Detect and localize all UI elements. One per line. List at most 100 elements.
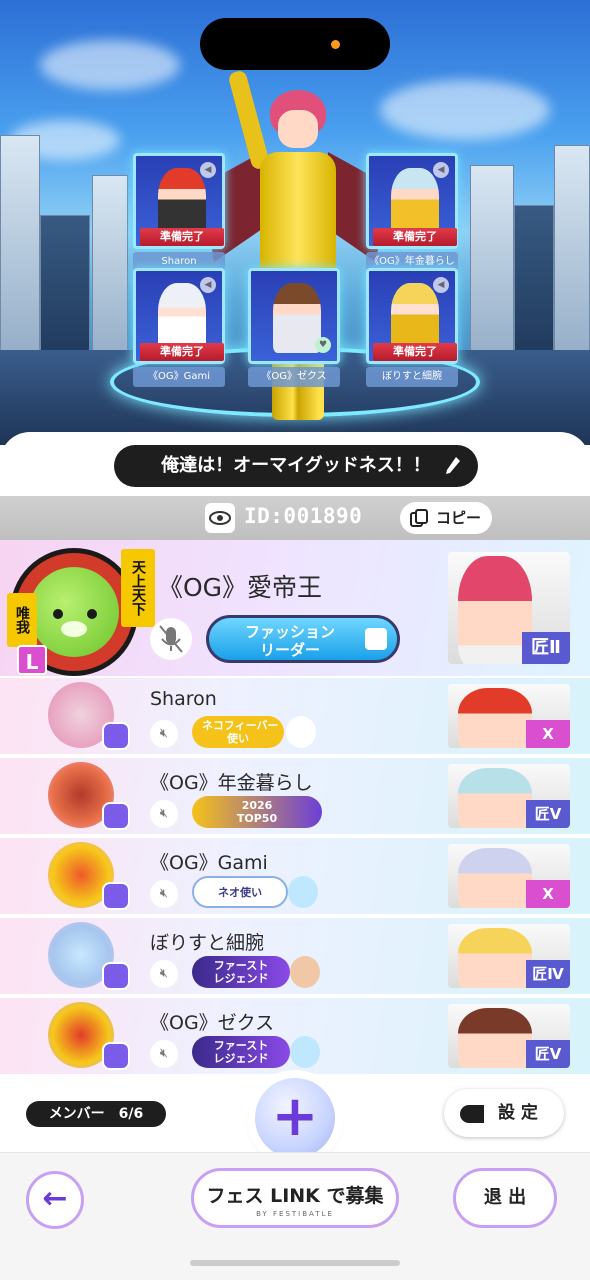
recording-indicator xyxy=(331,40,340,49)
fashion-leader-badge: ファッション リーダー xyxy=(206,615,400,663)
party-card[interactable]: ◀ 準備完了 Sharon xyxy=(133,153,225,275)
member-icon[interactable] xyxy=(42,922,130,992)
title-line1: ファースト xyxy=(213,959,269,972)
member-name: ぼりすと細腕 xyxy=(150,932,265,954)
party-name: ぼりすと細腕 xyxy=(366,367,458,387)
arm xyxy=(227,69,271,171)
character-icon xyxy=(288,876,318,908)
speaker-icon: ◀ xyxy=(433,162,449,178)
shirt-icon xyxy=(365,628,387,650)
heart-badge-icon xyxy=(102,962,130,990)
title-badge: 2026 TOP50 xyxy=(192,796,322,828)
building xyxy=(92,175,128,375)
character-icon xyxy=(290,956,320,988)
speaker-off-icon[interactable]: 🔇︎ xyxy=(150,960,178,988)
speaker-off-icon[interactable]: 🔇︎ xyxy=(150,800,178,828)
building xyxy=(554,145,590,375)
building xyxy=(470,165,514,375)
mic-off-icon xyxy=(159,625,183,653)
speaker-icon: ◀ xyxy=(200,277,216,293)
mic-off-button[interactable] xyxy=(150,618,192,660)
title-line1: ネオ使い xyxy=(218,886,262,899)
cloud xyxy=(40,40,180,90)
party-card[interactable]: ♥ 《OG》ゼクス xyxy=(248,268,340,390)
member-row[interactable]: 《OG》Gami 🔇︎ ネオ使い X xyxy=(0,838,590,916)
leader-name: 《OG》愛帝王 xyxy=(158,573,323,602)
member-row[interactable]: Sharon 🔇︎ ネコフィーバー 使い X xyxy=(0,678,590,756)
member-portrait[interactable]: X xyxy=(448,684,570,748)
exit-button[interactable]: 退 出 xyxy=(453,1168,557,1228)
member-portrait[interactable]: X xyxy=(448,844,570,908)
speaker-off-icon[interactable]: 🔇︎ xyxy=(150,720,178,748)
party-card[interactable]: ◀ 準備完了 《OG》年金暮らし xyxy=(366,153,458,275)
member-icon[interactable] xyxy=(42,682,130,752)
copy-label: コピー xyxy=(436,509,482,527)
member-icon[interactable] xyxy=(42,1002,130,1072)
building xyxy=(0,135,40,375)
home-indicator[interactable] xyxy=(190,1260,400,1266)
leader-icon[interactable]: 天上天下 唯我 L xyxy=(7,548,155,676)
card-frame: ◀ 準備完了 xyxy=(366,153,458,249)
room-id-bar: ID:001890 コピー xyxy=(0,496,590,540)
frame-tag: 天上天下 xyxy=(121,549,155,627)
rank-badge: 匠Ⅳ xyxy=(526,960,570,988)
member-portrait[interactable]: 匠Ⅳ xyxy=(448,924,570,988)
heart-badge-icon xyxy=(102,802,130,830)
leader-row[interactable]: 天上天下 唯我 L 《OG》愛帝王 ファッション リーダー 匠Ⅱ xyxy=(0,540,590,678)
eye xyxy=(87,609,97,619)
character-icon xyxy=(290,1036,320,1068)
add-member-button[interactable]: + xyxy=(255,1078,335,1158)
title-line2: レジェンド xyxy=(213,1052,269,1065)
pencil-icon xyxy=(446,457,460,474)
member-row[interactable]: 《OG》年金暮らし 🔇︎ 2026 TOP50 匠Ⅴ xyxy=(0,758,590,836)
fes-link-recruit-button[interactable]: フェス LINK で募集 BY FESTIBATLE xyxy=(191,1168,399,1228)
member-icon[interactable] xyxy=(42,762,130,832)
team-name-button[interactable]: 俺達は！オーマイグッドネス！！ xyxy=(114,445,478,487)
frame-tag: 唯我 xyxy=(7,593,37,647)
leader-mark: L xyxy=(17,645,47,675)
rank-badge: 匠Ⅱ xyxy=(522,632,570,664)
copy-icon xyxy=(410,509,428,527)
title-badge: ネオ使い xyxy=(192,876,288,908)
member-portrait[interactable]: 匠Ⅴ xyxy=(448,764,570,828)
eye-icon xyxy=(209,511,231,525)
member-row[interactable]: ぼりすと細腕 🔇︎ ファースト レジェンド 匠Ⅳ xyxy=(0,918,590,996)
dynamic-island xyxy=(200,18,390,70)
rank-badge: X xyxy=(526,720,570,748)
party-name: 《OG》Gami xyxy=(133,367,225,387)
recruit-sub: BY FESTIBATLE xyxy=(256,1210,334,1218)
badge-line2: リーダー xyxy=(259,641,320,659)
heart-badge-icon xyxy=(102,722,130,750)
speaker-off-icon[interactable]: 🔇︎ xyxy=(150,1040,178,1068)
member-row[interactable]: 《OG》ゼクス 🔇︎ ファースト レジェンド 匠Ⅴ xyxy=(0,998,590,1076)
team-name-text: 俺達は！オーマイグッドネス！！ xyxy=(161,455,431,476)
recruit-label: フェス LINK で募集 xyxy=(206,1185,384,1207)
party-card[interactable]: ◀ 準備完了 《OG》Gami xyxy=(133,268,225,390)
member-icon[interactable] xyxy=(42,842,130,912)
title-line2: 使い xyxy=(227,732,249,745)
character-face xyxy=(458,928,532,988)
title-line2: TOP50 xyxy=(236,812,278,825)
speaker-off-icon[interactable]: 🔇︎ xyxy=(150,880,178,908)
settings-button[interactable]: 設 定 xyxy=(444,1089,564,1137)
rank-badge: X xyxy=(526,880,570,908)
title-badge: ファースト レジェンド xyxy=(192,1036,290,1068)
party-card[interactable]: ◀ 準備完了 ぼりすと細腕 xyxy=(366,268,458,390)
member-portrait[interactable]: 匠Ⅴ xyxy=(448,1004,570,1068)
leader-portrait[interactable]: 匠Ⅱ xyxy=(448,552,570,664)
heart-badge-icon xyxy=(102,1042,130,1070)
rank-badge: 匠Ⅴ xyxy=(526,800,570,828)
member-count: メンバー 6/6 xyxy=(26,1101,166,1127)
settings-label: 設 定 xyxy=(498,1103,538,1123)
slime-icon xyxy=(29,567,119,657)
eye-toggle-button[interactable] xyxy=(205,503,235,533)
character-face xyxy=(458,1008,532,1068)
copy-button[interactable]: コピー xyxy=(400,502,492,534)
character-sprite xyxy=(273,283,321,353)
ready-label: 準備完了 xyxy=(373,228,457,246)
member-name: 《OG》Gami xyxy=(150,852,268,874)
back-button[interactable]: ← xyxy=(26,1171,84,1229)
settings-icon xyxy=(460,1105,484,1123)
card-frame: ◀ 準備完了 xyxy=(133,268,225,364)
snout xyxy=(61,621,87,637)
